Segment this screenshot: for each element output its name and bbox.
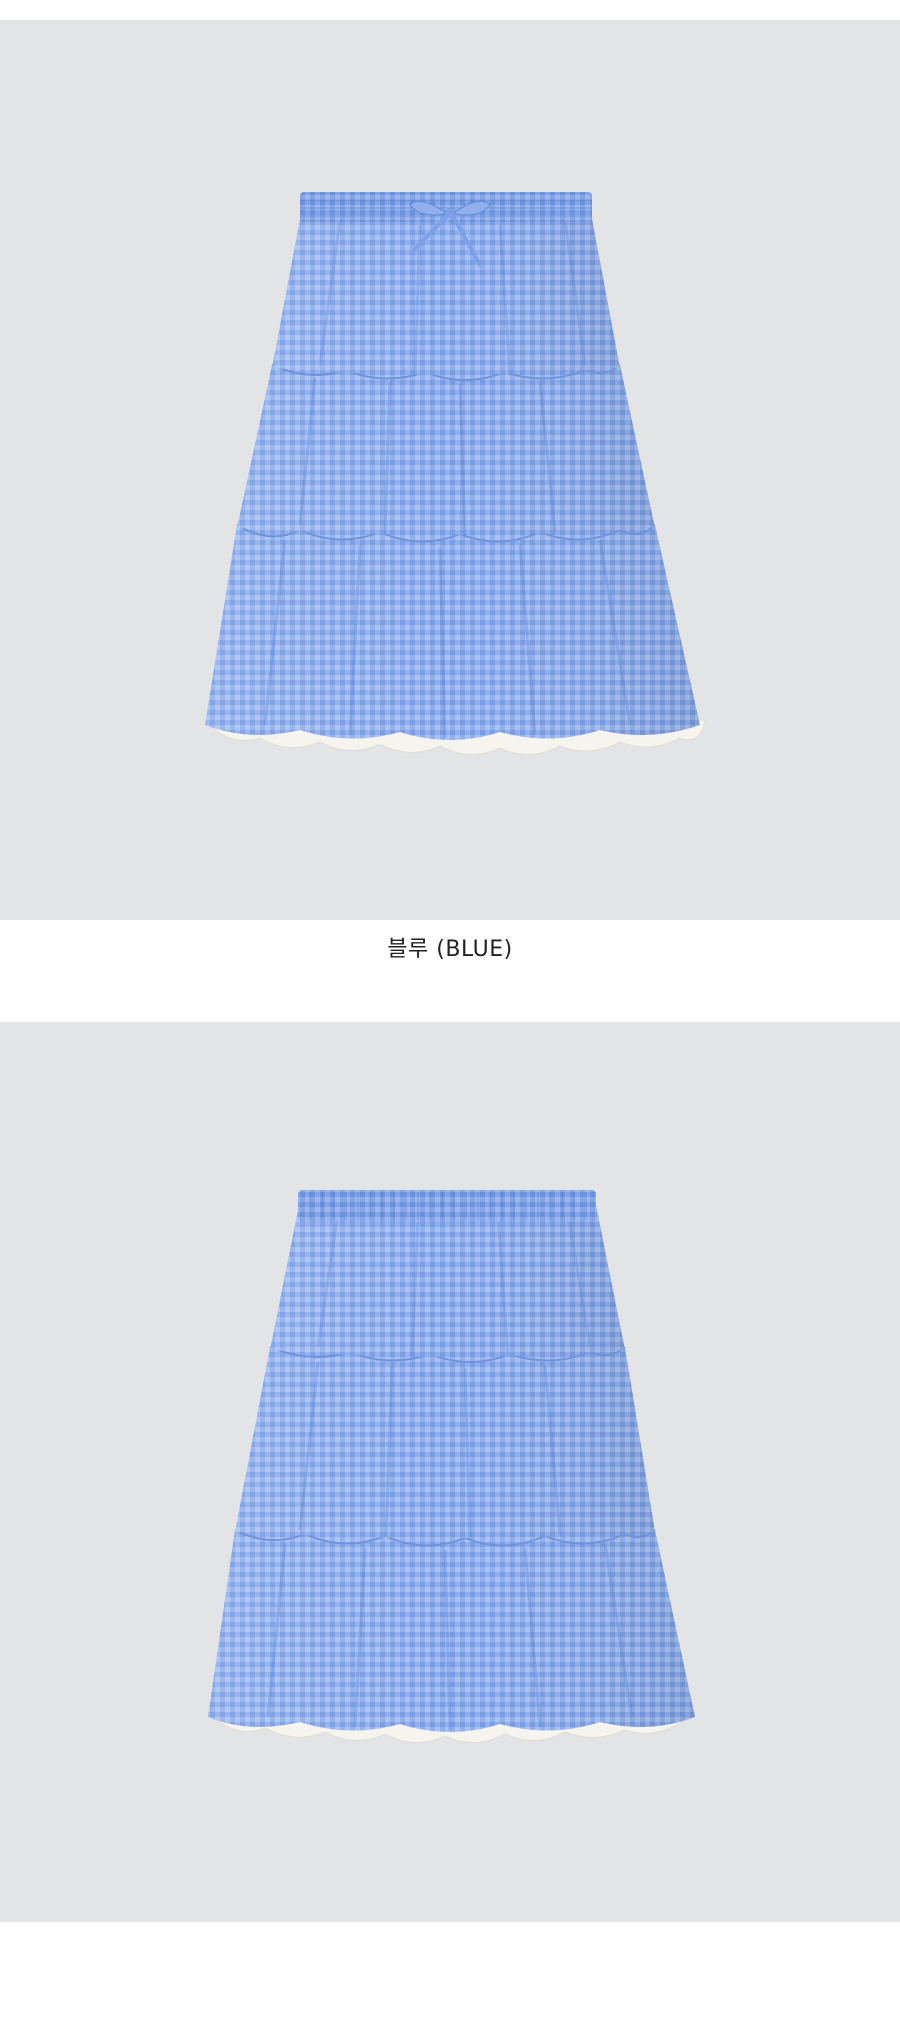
skirt-back-image xyxy=(206,1190,697,1744)
skirt-front-image xyxy=(203,192,706,756)
product-photo-front xyxy=(0,20,900,920)
product-photo-back xyxy=(0,1022,900,1922)
color-caption: 블루 (BLUE) xyxy=(387,937,513,962)
